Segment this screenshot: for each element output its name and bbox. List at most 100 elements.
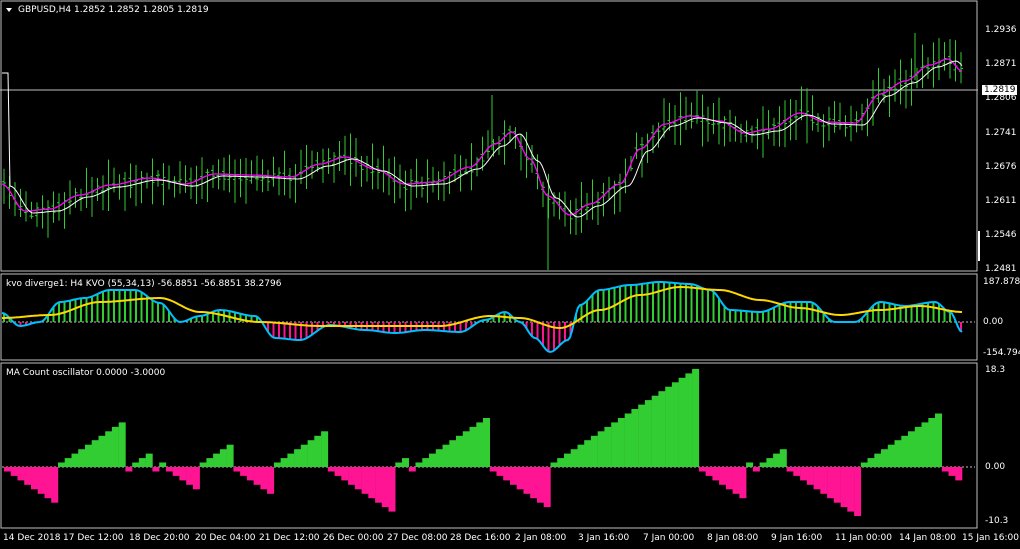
mac-bar <box>766 458 774 467</box>
mac-bar <box>914 426 922 467</box>
mac-bar <box>523 467 531 494</box>
price-label: 1.2871 <box>985 59 1017 69</box>
mac-bar <box>327 467 335 472</box>
mac-bar <box>51 467 59 503</box>
main-pane-frame <box>0 0 978 272</box>
mac-bar <box>267 467 275 494</box>
mac-bar <box>240 467 248 476</box>
mac-bar <box>577 444 585 467</box>
mac-bar <box>617 418 625 467</box>
mac-bar <box>860 462 868 467</box>
mac-bar <box>294 449 302 467</box>
mac-bar <box>78 449 86 467</box>
mac-bar <box>71 453 79 467</box>
mac-bar <box>37 467 45 494</box>
mac-bar <box>165 467 173 472</box>
mac-bar <box>31 467 38 490</box>
mac-bar <box>300 444 308 467</box>
mac-label: 0.00 <box>985 462 1006 472</box>
kvo-label: -154.7942 <box>983 348 1020 358</box>
mac-bar <box>881 449 888 467</box>
mac-bar <box>469 426 477 467</box>
mac-bar <box>941 467 949 472</box>
price-label: 1.2611 <box>985 196 1017 206</box>
mac-bar <box>118 422 126 467</box>
mac-bar <box>388 467 396 512</box>
mac-bar <box>287 453 295 467</box>
mac-bar <box>719 467 727 485</box>
mac-bar <box>725 467 733 490</box>
mac-bar <box>692 368 700 467</box>
mac-bar <box>928 418 936 467</box>
mac-bar <box>449 440 457 467</box>
mac-bar <box>746 462 754 467</box>
mac-bar <box>105 431 113 467</box>
current-price-tag: 1.2819 <box>982 85 1017 95</box>
mac-bar <box>759 462 767 467</box>
mac-bar <box>145 453 153 467</box>
mac-bar <box>752 467 760 472</box>
mac-bar <box>847 467 855 512</box>
mac-bar <box>98 435 106 467</box>
mac-bar <box>503 467 511 481</box>
main-title: GBPUSD,H4 1.2852 1.2852 1.2805 1.2819 <box>18 5 209 15</box>
mac-bar <box>125 467 133 472</box>
mac-bar <box>658 391 666 467</box>
date-label: 11 Jan 00:00 <box>835 533 892 543</box>
date-label: 18 Dec 20:00 <box>129 533 190 543</box>
mac-bar <box>213 453 221 467</box>
date-label: 7 Jan 00:00 <box>643 533 695 543</box>
mac-bar <box>233 467 241 472</box>
date-label: 14 Jan 08:00 <box>899 533 956 543</box>
kvo-label: 0.00 <box>983 317 1004 327</box>
date-label: 20 Dec 04:00 <box>195 533 256 543</box>
mac-bar <box>199 462 207 467</box>
mac-bar <box>179 467 187 481</box>
mac-bar <box>260 467 268 490</box>
mac-bar <box>543 467 551 508</box>
mac-bar <box>273 462 281 467</box>
date-label: 26 Dec 00:00 <box>323 533 384 543</box>
chart-canvas[interactable] <box>0 0 1020 549</box>
mac-bar <box>624 413 632 467</box>
mac-bar <box>840 467 848 508</box>
date-label: 17 Dec 12:00 <box>63 533 124 543</box>
mac-bar <box>678 377 686 467</box>
mac-bar <box>516 467 524 490</box>
mac-bar <box>793 467 801 476</box>
mac-bar <box>510 467 517 485</box>
mac-bar <box>368 467 376 499</box>
mac-bar <box>638 404 646 467</box>
mac-bar <box>813 467 821 490</box>
mac-bar <box>590 435 598 467</box>
mac-bar <box>597 431 605 467</box>
mac-bar <box>908 431 915 467</box>
mac-bar <box>17 467 25 481</box>
mac-bar <box>800 467 808 481</box>
date-label: 8 Jan 08:00 <box>707 533 759 543</box>
mac-bar <box>820 467 828 494</box>
mac-bar <box>867 458 875 467</box>
date-label: 28 Dec 16:00 <box>450 533 511 543</box>
mac-bar <box>219 449 227 467</box>
mac-bar <box>341 467 349 481</box>
mac-bar <box>530 467 538 499</box>
mac-bar <box>132 462 140 467</box>
date-label: 15 Jan 16:00 <box>962 533 1019 543</box>
mac-bar <box>206 458 214 467</box>
mac-bar <box>422 458 430 467</box>
mac-bar <box>537 467 544 503</box>
mac-bar <box>685 373 693 467</box>
date-label: 27 Dec 08:00 <box>387 533 448 543</box>
mac-bar <box>435 449 443 467</box>
mac-bar <box>314 435 322 467</box>
mac-bar <box>159 462 167 467</box>
mac-bar <box>705 467 713 476</box>
mac-bar <box>665 386 673 467</box>
mac-bar <box>483 418 490 467</box>
mac-bar <box>246 467 254 481</box>
date-label: 2 Jan 08:00 <box>515 533 567 543</box>
mac-bar <box>91 440 99 467</box>
mac-bar <box>584 440 592 467</box>
price-label: 1.2741 <box>985 128 1017 138</box>
